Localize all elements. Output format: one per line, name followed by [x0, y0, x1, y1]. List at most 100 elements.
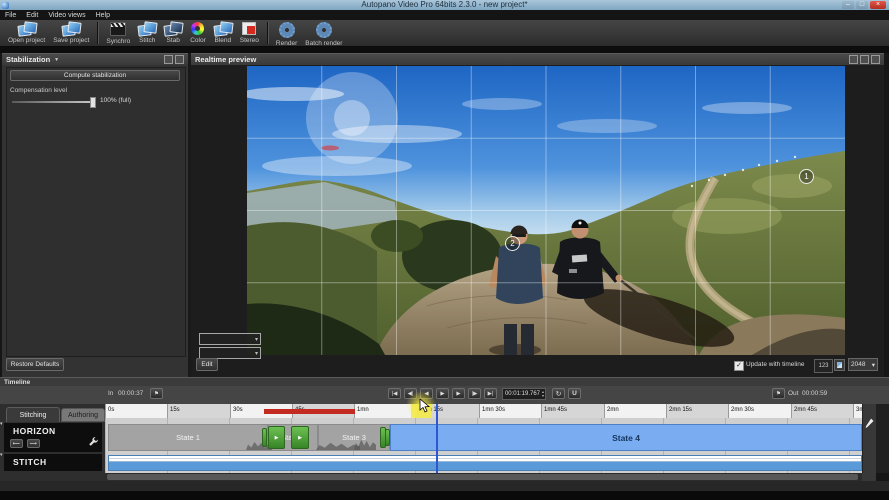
stereo-button[interactable]: Stereo — [236, 20, 263, 48]
edit-button[interactable]: Edit — [196, 358, 218, 371]
render-button[interactable]: Render — [272, 20, 301, 48]
set-out-flag-button[interactable]: ⚑ — [772, 388, 785, 399]
ruler-red-range-bar[interactable] — [264, 409, 355, 414]
stitch-track-block[interactable] — [108, 455, 862, 471]
set-in-flag-button[interactable]: ⚑ — [150, 388, 163, 399]
restore-defaults-button[interactable]: Restore Defaults — [6, 358, 64, 371]
menu-video-views[interactable]: Video views — [48, 12, 85, 19]
tab-stitching[interactable]: Stitching — [6, 407, 60, 422]
u-button[interactable]: U — [568, 388, 581, 399]
image-size-icon[interactable] — [834, 359, 845, 371]
stab-icon — [164, 22, 182, 35]
menu-edit[interactable]: Edit — [26, 12, 38, 19]
app-icon — [2, 2, 9, 9]
goto-out-button[interactable]: ▶| — [484, 388, 497, 399]
color-wheel-icon — [191, 22, 204, 35]
open-project-button[interactable]: Open project — [4, 20, 49, 48]
blend-button[interactable]: Blend — [210, 20, 236, 48]
preview-popout-icon[interactable] — [849, 55, 858, 64]
chevron-down-icon: ▾ — [255, 336, 258, 343]
open-project-icon — [18, 22, 36, 35]
stab-button[interactable]: Stab — [160, 20, 186, 48]
timeline-panel-title: Timeline — [4, 379, 30, 386]
keyframe-marker[interactable]: ▶ — [268, 426, 285, 449]
collapse-icon[interactable]: ▾ — [0, 421, 3, 427]
collapse-icon[interactable]: ▾ — [0, 452, 3, 458]
ruler-segment[interactable]: 2mn 30s — [728, 404, 791, 418]
ruler-segment[interactable]: 15s — [167, 404, 230, 418]
playhead[interactable] — [436, 404, 438, 473]
menu-bar: File Edit Video views Help — [0, 10, 889, 20]
save-project-button[interactable]: Save project — [49, 20, 93, 48]
panel-close-icon[interactable] — [175, 55, 184, 64]
state-block-4[interactable]: State 4 — [390, 424, 862, 451]
play-forward-button[interactable]: ▶ — [452, 388, 465, 399]
compensation-slider-track[interactable] — [12, 101, 92, 103]
stitch-button[interactable]: Stitch — [134, 20, 160, 48]
menu-help[interactable]: Help — [96, 12, 110, 19]
preview-panel-title: Realtime preview — [195, 55, 256, 64]
panel-menu-arrow-icon[interactable]: ▼ — [54, 57, 59, 63]
preview-close-icon[interactable] — [871, 55, 880, 64]
state-block-1[interactable]: State 1 — [108, 424, 268, 451]
ruler-segment[interactable]: 2mn — [604, 404, 666, 418]
ruler-segment[interactable]: 1mn 30s — [479, 404, 541, 418]
update-with-timeline-checkbox[interactable]: ✓ — [734, 361, 744, 371]
ruler-segment[interactable]: 2mn 15s — [666, 404, 728, 418]
keyframe-marker[interactable]: ▶ — [291, 426, 309, 449]
video-preview-frame[interactable] — [247, 66, 845, 355]
maximize-button[interactable]: □ — [856, 1, 868, 9]
wrench-icon[interactable] — [88, 436, 99, 449]
play-button[interactable]: ▶ — [436, 388, 449, 399]
close-button[interactable]: × — [870, 1, 886, 9]
horizontal-scrollbar-thumb[interactable] — [107, 474, 858, 480]
batch-render-button[interactable]: Batch render — [301, 20, 346, 48]
color-button[interactable]: Color — [186, 20, 210, 48]
minimize-button[interactable]: – — [842, 1, 854, 9]
window-title: Autopano Video Pro 64bits 2.3.0 - new pr… — [0, 0, 889, 10]
preview-overlay-select-1[interactable]: ▾ — [199, 333, 261, 345]
panel-popout-icon[interactable] — [164, 55, 173, 64]
horizontal-scrollbar[interactable] — [105, 473, 862, 481]
play-icon: ▶ — [298, 435, 302, 441]
camera-marker-2[interactable]: 2 — [505, 236, 520, 251]
stabilization-panel-body — [6, 67, 186, 357]
tab-authoring[interactable]: Authoring — [61, 408, 105, 422]
stabilization-panel: Stabilization ▼ Compute stabilization Co… — [2, 53, 188, 377]
synchro-clapperboard-icon — [110, 22, 126, 36]
stitch-track-header[interactable]: STITCH — [4, 454, 102, 471]
horizon-track-header[interactable]: HORIZON ⟵ ⟶ — [4, 423, 102, 452]
synchro-button[interactable]: Synchro — [102, 20, 134, 48]
ruler-segment[interactable]: 0s — [105, 404, 167, 418]
timecode-spinner[interactable]: ▴▾ — [542, 390, 545, 398]
window-bottom-edge — [0, 491, 889, 500]
horizon-next-button[interactable]: ⟶ — [27, 439, 40, 448]
stabilization-panel-title: Stabilization — [6, 55, 50, 64]
step-forward-button[interactable]: |▶ — [468, 388, 481, 399]
keyframe-marker[interactable] — [385, 429, 390, 446]
ruler-segment[interactable]: 1mn 45s — [541, 404, 604, 418]
render-gear-icon — [279, 22, 295, 38]
main-toolbar: Open project Save project Synchro Stitch… — [0, 20, 889, 47]
vertical-scrollbar[interactable] — [862, 404, 876, 473]
resolution-select[interactable]: 2048 ▾ — [848, 358, 878, 371]
compute-stabilization-button[interactable]: Compute stabilization — [10, 70, 180, 81]
menu-file[interactable]: File — [5, 12, 16, 19]
horizon-prev-button[interactable]: ⟵ — [10, 439, 23, 448]
toolbar-separator — [267, 22, 268, 44]
preview-maximize-icon[interactable] — [860, 55, 869, 64]
compensation-slider-handle[interactable] — [90, 97, 96, 108]
batch-render-gear-icon — [316, 22, 332, 38]
status-strip — [0, 481, 889, 491]
play-icon: ▶ — [275, 435, 279, 441]
blend-icon — [214, 22, 232, 35]
keyframe-marker[interactable] — [262, 428, 267, 447]
timeline-header: Timeline — [0, 377, 889, 386]
loop-button[interactable]: ↻ — [552, 388, 565, 399]
camera-marker-1[interactable]: 1 — [799, 169, 814, 184]
goto-in-button[interactable]: |◀ — [388, 388, 401, 399]
ruler-segment[interactable]: 2mn 45s — [791, 404, 853, 418]
ruler-segment[interactable]: 3mn — [853, 404, 862, 418]
timecode-field[interactable]: 00:01:19.767 ▴▾ — [502, 388, 546, 400]
preview-width-field[interactable]: 123 — [814, 359, 833, 373]
